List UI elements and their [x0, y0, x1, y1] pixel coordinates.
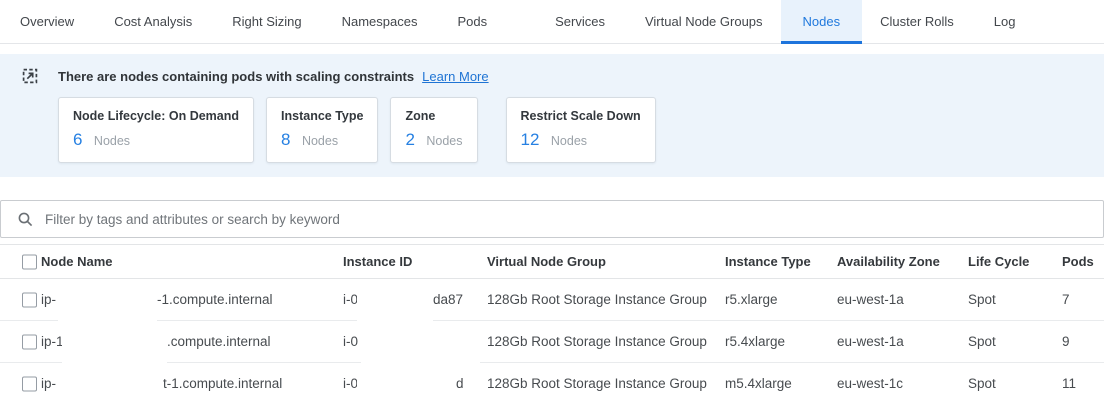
- nodes-page: Overview Cost Analysis Right Sizing Name…: [0, 0, 1104, 404]
- tab-overview[interactable]: Overview: [20, 0, 74, 43]
- tab-services[interactable]: Services: [555, 0, 605, 43]
- instance-id-link[interactable]: d: [456, 363, 464, 404]
- col-instance-id: Instance ID: [343, 245, 412, 278]
- card-count: 12: [521, 130, 540, 149]
- card-title: Zone: [405, 109, 462, 123]
- tab-log[interactable]: Log: [994, 0, 1016, 43]
- tab-cluster-rolls[interactable]: Cluster Rolls: [880, 0, 954, 43]
- node-name-link[interactable]: ip-1: [41, 321, 64, 362]
- pods-cell: 7: [1062, 279, 1070, 320]
- tab-namespaces[interactable]: Namespaces: [342, 0, 418, 43]
- tab-right-sizing[interactable]: Right Sizing: [232, 0, 301, 43]
- pods-cell: 11: [1062, 363, 1076, 404]
- redaction-box: [62, 326, 167, 363]
- card-title: Node Lifecycle: On Demand: [73, 109, 239, 123]
- filter-input[interactable]: [43, 211, 1103, 228]
- search-icon: [17, 211, 34, 228]
- virtual-node-group-cell: 128Gb Root Storage Instance Group: [487, 279, 707, 320]
- redaction-box: [361, 326, 480, 363]
- tab-nodes[interactable]: Nodes: [781, 0, 863, 43]
- instance-type-cell: m5.4xlarge: [725, 363, 792, 404]
- instance-type-cell: r5.xlarge: [725, 279, 778, 320]
- node-name-link[interactable]: t-1.compute.internal: [163, 363, 282, 404]
- table-row: ip-1 .compute.internal i-0 128Gb Root St…: [0, 321, 1104, 363]
- banner-message: There are nodes containing pods with sca…: [58, 69, 414, 84]
- life-cycle-cell: Spot: [968, 363, 996, 404]
- card-node-lifecycle[interactable]: Node Lifecycle: On Demand 6 Nodes: [58, 97, 254, 163]
- filter-bar: [0, 200, 1104, 238]
- tab-cost-analysis[interactable]: Cost Analysis: [114, 0, 192, 43]
- row-checkbox[interactable]: [22, 334, 37, 349]
- scaling-constraint-icon: [22, 68, 38, 84]
- card-title: Restrict Scale Down: [521, 109, 641, 123]
- select-all-checkbox[interactable]: [22, 254, 37, 269]
- banner-header: There are nodes containing pods with sca…: [0, 64, 1104, 88]
- instance-id-link[interactable]: da87: [433, 279, 463, 320]
- instance-type-cell: r5.4xlarge: [725, 321, 785, 362]
- availability-zone-cell: eu-west-1c: [837, 363, 903, 404]
- card-count: 6: [73, 130, 82, 149]
- card-count: 2: [405, 130, 414, 149]
- node-name-link[interactable]: .compute.internal: [167, 321, 271, 362]
- tab-pods[interactable]: Pods: [457, 0, 487, 43]
- instance-id-link[interactable]: i-0: [343, 363, 358, 404]
- virtual-node-group-cell: 128Gb Root Storage Instance Group: [487, 363, 707, 404]
- tab-bar: Overview Cost Analysis Right Sizing Name…: [0, 0, 1104, 44]
- col-life-cycle: Life Cycle: [968, 245, 1029, 278]
- node-name-link[interactable]: -1.compute.internal: [157, 279, 273, 320]
- pods-cell: 9: [1062, 321, 1070, 362]
- card-unit: Nodes: [426, 134, 462, 148]
- scaling-constraints-banner: There are nodes containing pods with sca…: [0, 54, 1104, 177]
- instance-id-link[interactable]: i-0: [343, 321, 358, 362]
- table-row: ip- t-1.compute.internal i-0 d 128Gb Roo…: [0, 363, 1104, 404]
- node-name-link[interactable]: ip-: [41, 279, 56, 320]
- redaction-box: [58, 368, 163, 404]
- card-title: Instance Type: [281, 109, 363, 123]
- virtual-node-group-cell: 128Gb Root Storage Instance Group: [487, 321, 707, 362]
- redaction-box: [357, 368, 456, 404]
- row-checkbox[interactable]: [22, 376, 37, 391]
- nodes-table: Node Name Instance ID Virtual Node Group…: [0, 244, 1104, 404]
- col-node-name: Node Name: [41, 245, 113, 278]
- life-cycle-cell: Spot: [968, 321, 996, 362]
- col-instance-type: Instance Type: [725, 245, 811, 278]
- col-pods: Pods: [1062, 245, 1094, 278]
- card-restrict-scale-down[interactable]: Restrict Scale Down 12 Nodes: [506, 97, 656, 163]
- card-unit: Nodes: [94, 134, 130, 148]
- card-instance-type[interactable]: Instance Type 8 Nodes: [266, 97, 378, 163]
- redaction-box: [357, 284, 433, 321]
- card-unit: Nodes: [302, 134, 338, 148]
- node-name-link[interactable]: ip-: [41, 363, 56, 404]
- col-virtual-node-group: Virtual Node Group: [487, 245, 606, 278]
- col-availability-zone: Availability Zone: [837, 245, 940, 278]
- card-zone[interactable]: Zone 2 Nodes: [390, 97, 477, 163]
- learn-more-link[interactable]: Learn More: [422, 69, 488, 84]
- life-cycle-cell: Spot: [968, 279, 996, 320]
- table-header-row: Node Name Instance ID Virtual Node Group…: [0, 245, 1104, 279]
- table-row: ip- -1.compute.internal i-0 da87 128Gb R…: [0, 279, 1104, 321]
- constraint-cards: Node Lifecycle: On Demand 6 Nodes Instan…: [58, 97, 1104, 163]
- card-unit: Nodes: [551, 134, 587, 148]
- instance-id-link[interactable]: i-0: [343, 279, 358, 320]
- row-checkbox[interactable]: [22, 292, 37, 307]
- redaction-box: [58, 284, 157, 321]
- tab-virtual-node-groups[interactable]: Virtual Node Groups: [645, 0, 763, 43]
- availability-zone-cell: eu-west-1a: [837, 321, 904, 362]
- availability-zone-cell: eu-west-1a: [837, 279, 904, 320]
- card-count: 8: [281, 130, 290, 149]
